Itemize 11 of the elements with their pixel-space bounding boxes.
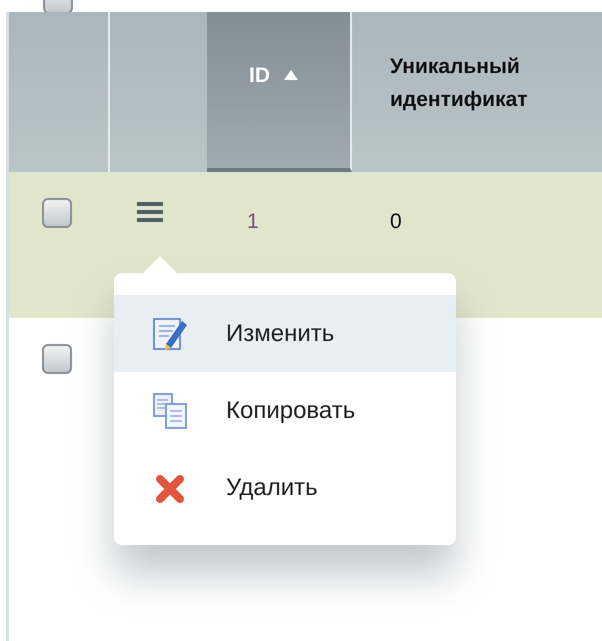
column-header[interactable]: Уникальный идентификат <box>352 12 602 172</box>
id-cell[interactable]: 1 <box>247 210 259 233</box>
menu-item[interactable]: Изменить <box>114 295 456 372</box>
menu-icon[interactable] <box>137 201 163 223</box>
checkbox[interactable] <box>42 344 72 374</box>
copy-icon <box>152 392 190 430</box>
menu-item[interactable]: Удалить <box>114 449 456 526</box>
checkbox[interactable] <box>42 198 72 228</box>
menu-item[interactable]: Копировать <box>114 372 456 449</box>
table-cell: 0 <box>390 210 402 233</box>
sort-arrow-icon <box>284 70 298 80</box>
